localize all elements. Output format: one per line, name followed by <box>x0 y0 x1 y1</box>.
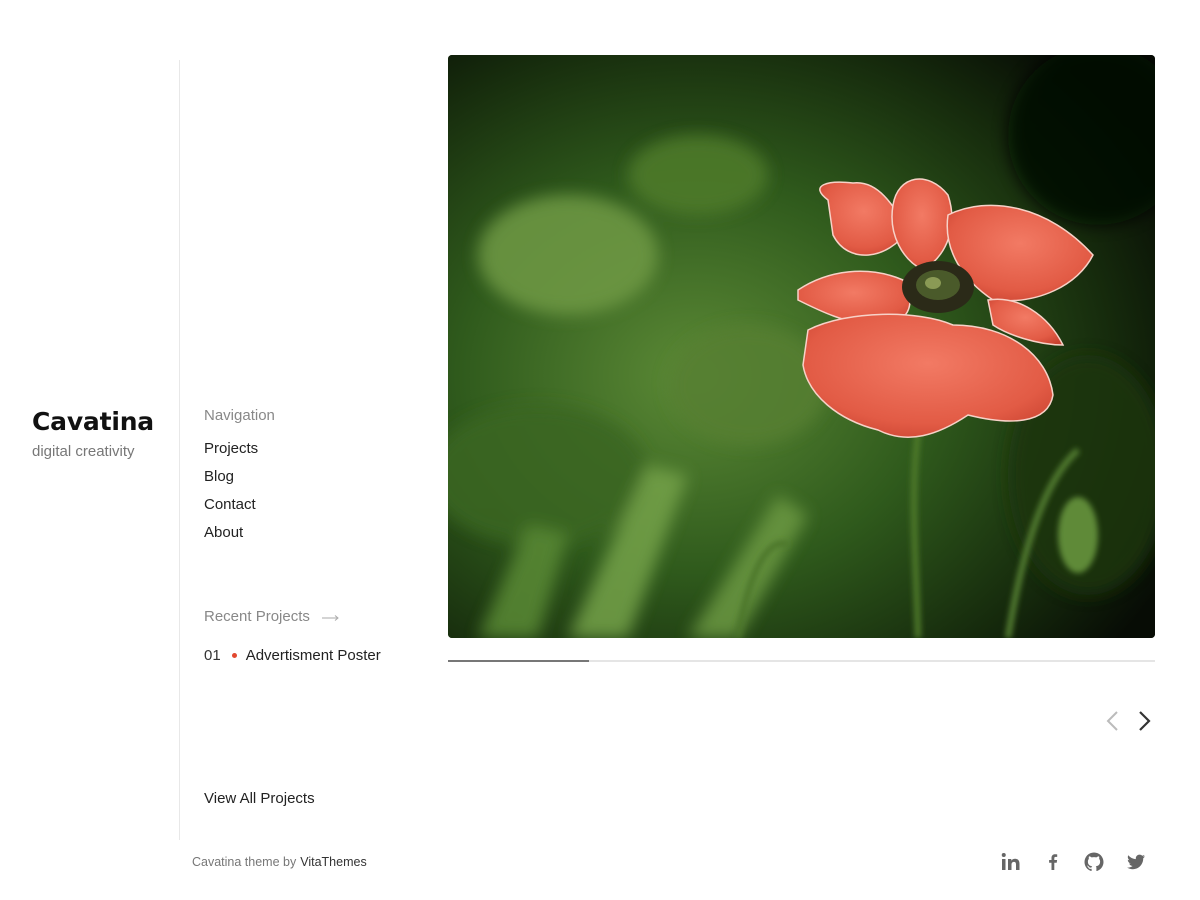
linkedin-icon <box>1001 853 1020 870</box>
recent-projects-heading: Recent Projects <box>204 608 340 625</box>
linkedin-link[interactable] <box>1000 851 1022 873</box>
slider-progress-fill <box>448 660 590 662</box>
nav-link-blog[interactable]: Blog <box>204 468 234 485</box>
chevron-right-icon <box>1139 711 1151 731</box>
recent-project-title: Advertisment Poster <box>245 647 381 664</box>
credit-link[interactable]: VitaThemes <box>300 855 366 869</box>
sidebar-divider <box>179 60 180 840</box>
nav-item-about: About <box>204 523 258 551</box>
recent-projects-label: Recent Projects <box>204 608 310 625</box>
facebook-link[interactable] <box>1042 851 1064 873</box>
poppy-photo <box>448 55 1155 638</box>
credit-prefix: Cavatina theme by <box>192 855 297 869</box>
slider-next-button[interactable] <box>1133 708 1157 734</box>
nav-item-projects: Projects <box>204 439 258 467</box>
recent-project-number: 01 <box>204 647 221 664</box>
view-all-projects-link[interactable]: View All Projects <box>204 790 315 807</box>
page: Cavatina digital creativity Navigation P… <box>0 0 1200 900</box>
twitter-link[interactable] <box>1125 851 1147 873</box>
github-link[interactable] <box>1083 851 1105 873</box>
featured-project-image[interactable] <box>448 55 1155 638</box>
navigation-heading: Navigation <box>204 407 275 424</box>
nav-link-projects[interactable]: Projects <box>204 440 258 457</box>
nav-link-contact[interactable]: Contact <box>204 496 256 513</box>
github-icon <box>1084 852 1104 872</box>
site-tagline: digital creativity <box>32 443 135 460</box>
nav-link-about[interactable]: About <box>204 524 243 541</box>
nav-item-contact: Contact <box>204 495 258 523</box>
site-title[interactable]: Cavatina <box>32 404 154 440</box>
arrow-right-icon <box>321 614 339 621</box>
bullet-dot-icon <box>231 653 237 658</box>
nav-item-blog: Blog <box>204 467 258 495</box>
chevron-left-icon <box>1106 711 1118 731</box>
brand: Cavatina digital creativity <box>32 404 154 462</box>
twitter-icon <box>1127 854 1145 870</box>
navigation-menu: Projects Blog Contact About <box>204 439 258 551</box>
slider-progress-track <box>448 660 1155 662</box>
footer-credit: Cavatina theme by VitaThemes <box>192 855 367 869</box>
recent-project-item[interactable]: 01 Advertisment Poster <box>204 647 381 664</box>
facebook-icon <box>1049 854 1058 870</box>
slider-prev-button[interactable] <box>1102 708 1126 734</box>
